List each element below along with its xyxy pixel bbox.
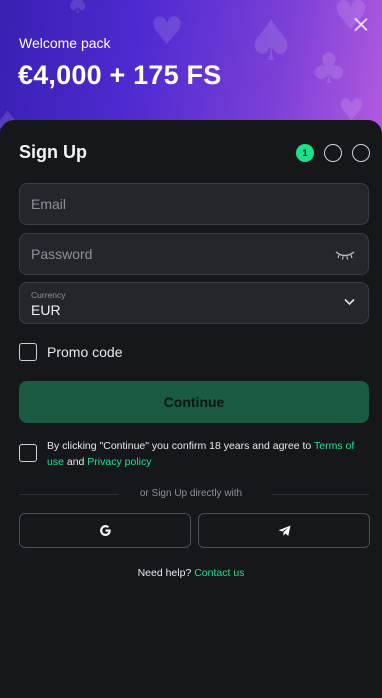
promo-code-label[interactable]: Promo code (47, 344, 122, 360)
currency-select[interactable]: Currency EUR (19, 282, 369, 324)
step-2 (324, 144, 342, 162)
spade-suit-decoration: ♠ (246, 9, 297, 74)
need-help-label: Need help? (137, 567, 195, 579)
telegram-icon (278, 525, 290, 536)
google-icon (99, 525, 111, 536)
password-field-container (19, 233, 369, 275)
help-text: Need help? Contact us (0, 567, 382, 579)
telegram-signup-button[interactable] (198, 513, 370, 548)
bonus-amount: €4,000 + 175 FS (18, 60, 222, 90)
club-suit-decoration: ♣ (310, 44, 348, 93)
email-field-container (19, 183, 369, 225)
heart-suit-decoration: ♥ (150, 9, 185, 53)
promo-code-checkbox[interactable] (19, 343, 37, 361)
privacy-policy-link[interactable]: Privacy policy (87, 456, 151, 468)
signup-panel: Sign Up 1 Currency EUR Promo code Contin… (0, 120, 382, 698)
terms-checkbox[interactable] (19, 444, 37, 462)
google-signup-button[interactable] (19, 513, 191, 548)
email-field[interactable] (20, 184, 368, 224)
password-field[interactable] (20, 234, 368, 274)
welcome-pack-label: Welcome pack (19, 35, 111, 51)
close-icon[interactable] (350, 14, 372, 36)
spade-suit-decoration: ♠ (66, 0, 90, 20)
terms-prefix: By clicking "Continue" you confirm 18 ye… (47, 440, 314, 452)
step-3 (352, 144, 370, 162)
step-1: 1 (296, 144, 314, 162)
contact-us-link[interactable]: Contact us (194, 567, 244, 579)
terms-text: By clicking "Continue" you confirm 18 ye… (47, 439, 372, 470)
continue-button[interactable]: Continue (19, 381, 369, 423)
chevron-down-icon (344, 298, 355, 306)
page-title: Sign Up (19, 142, 87, 162)
currency-label: Currency (31, 290, 66, 300)
terms-and: and (63, 455, 88, 468)
eye-closed-icon[interactable] (334, 247, 356, 261)
social-divider-text: or Sign Up directly with (139, 488, 243, 499)
step-indicator: 1 (296, 144, 370, 162)
currency-value: EUR (31, 302, 61, 318)
